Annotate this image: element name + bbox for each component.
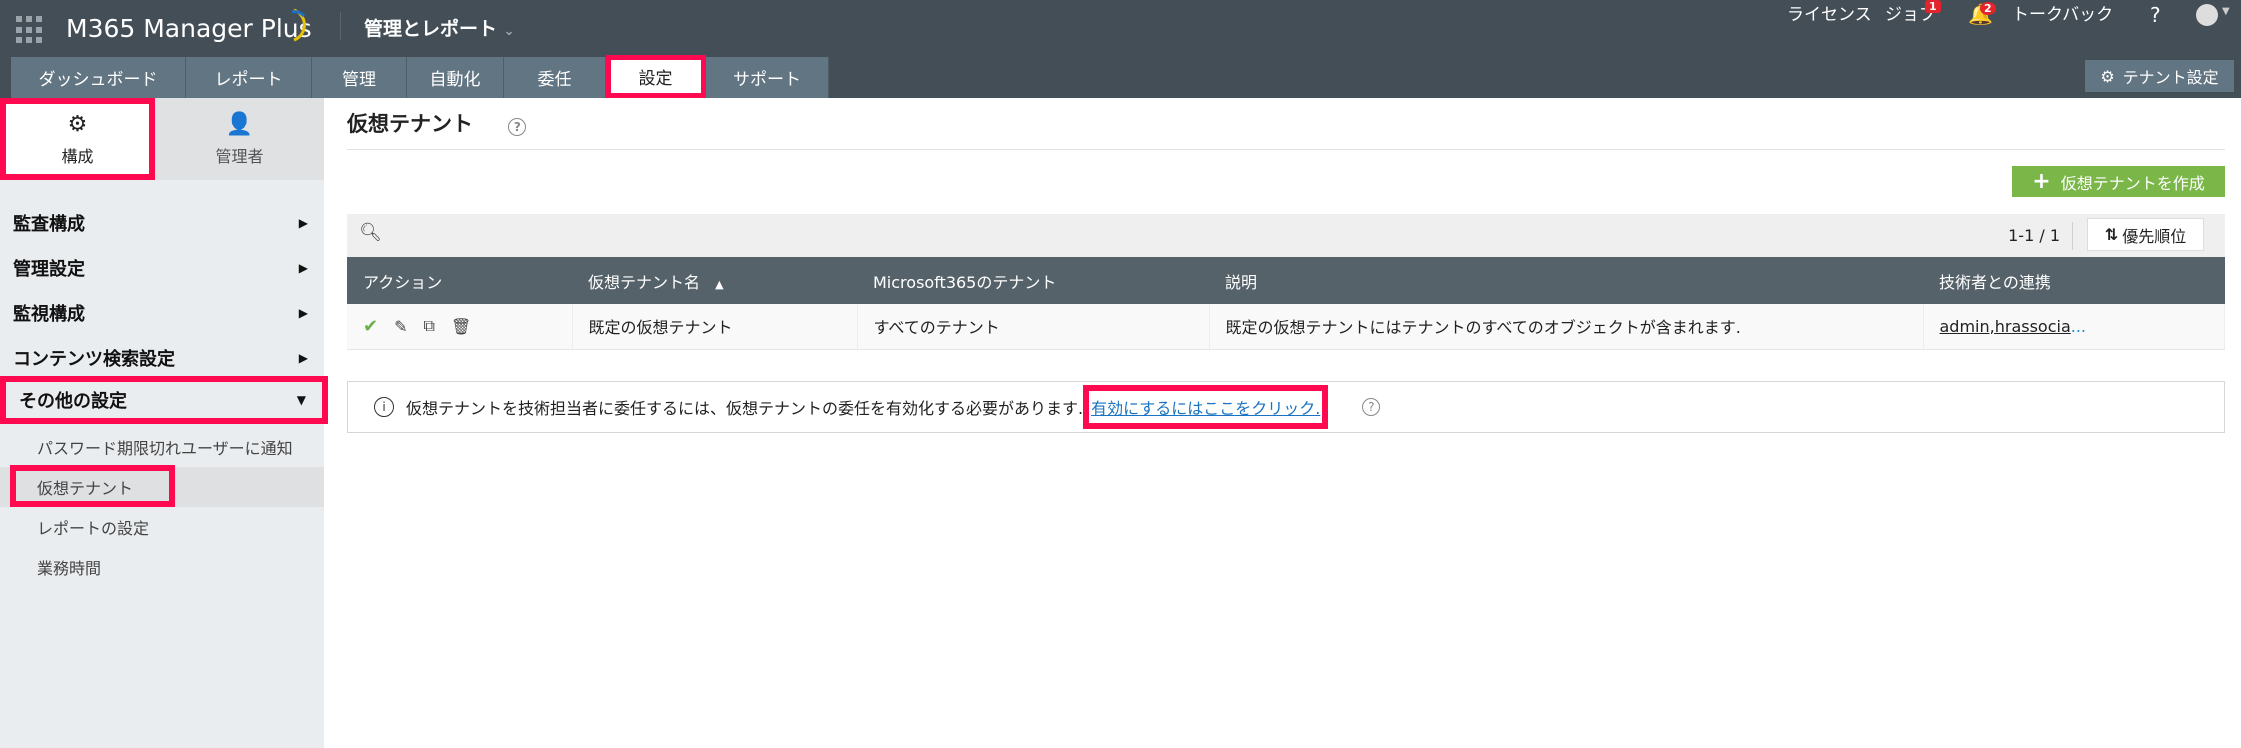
sidebar-item-monitor-config[interactable]: 監視構成 ▶ xyxy=(0,293,324,333)
cell-technician[interactable]: admin,hrassocia... xyxy=(1923,304,2225,350)
tab-label: 構成 xyxy=(61,146,94,166)
item-label: コンテンツ検索設定 xyxy=(13,349,175,370)
sidebar-item-admin-settings[interactable]: 管理設定 ▶ xyxy=(0,248,324,288)
tenant-settings-label: テナント設定 xyxy=(2122,68,2219,87)
create-virtual-tenant-button[interactable]: + 仮想テナントを作成 xyxy=(2012,166,2225,197)
copy-icon[interactable]: ⧉ xyxy=(424,316,435,336)
sidebar-item-other-settings[interactable]: その他の設定 ▼ xyxy=(0,376,328,424)
module-selector[interactable]: 管理とレポート ⌄ xyxy=(364,14,515,41)
pagination: 1-1 / 1 xyxy=(2008,226,2060,245)
col-action: アクション xyxy=(347,257,572,304)
highlight-box xyxy=(10,465,175,507)
chevron-right-icon: ▶ xyxy=(298,351,308,365)
trash-icon[interactable]: 🗑︎ xyxy=(451,317,471,336)
help-icon[interactable]: ? xyxy=(1362,398,1381,416)
sidebar-item-content-search[interactable]: コンテンツ検索設定 ▶ xyxy=(0,338,324,378)
sort-arrows-icon: ⇅ xyxy=(2104,225,2119,244)
item-label: 監視構成 xyxy=(13,304,85,325)
col-name[interactable]: 仮想テナント名 ▲ xyxy=(572,257,857,304)
search-icon[interactable]: 🔍︎ xyxy=(359,222,382,243)
user-icon: 👤 xyxy=(225,111,254,137)
top-bar: M365 Manager Plus 管理とレポート ⌄ ライセンス ジョブ 1 … xyxy=(0,0,2241,98)
alerts-badge: 2 xyxy=(1980,2,1996,15)
chevron-right-icon: ▶ xyxy=(298,216,308,230)
gear-icon: ⚙ xyxy=(2100,66,2115,86)
gear-icon: ⚙ xyxy=(67,111,88,137)
logo-arc-icon xyxy=(291,8,306,42)
tab-management[interactable]: 管理 xyxy=(312,57,407,98)
table-header: アクション 仮想テナント名 ▲ Microsoft365のテナント 説明 技術者… xyxy=(347,257,2225,304)
page-title: 仮想テナント ? xyxy=(347,108,527,138)
sidebar-item-audit-config[interactable]: 監査構成 ▶ xyxy=(0,203,324,243)
technician-link[interactable]: admin,hrassocia xyxy=(1940,317,2071,336)
help-icon[interactable]: ? xyxy=(508,118,527,136)
caret-down-icon[interactable]: ▼ xyxy=(2222,6,2230,17)
plus-icon: + xyxy=(2032,169,2051,194)
info-banner: i 仮想テナントを技術担当者に委任するには、仮想テナントの委任を有効化する必要が… xyxy=(347,381,2225,433)
chevron-right-icon: ▶ xyxy=(298,261,308,275)
chevron-down-icon: ⌄ xyxy=(503,24,515,39)
table-row: ✔ ✎ ⧉ 🗑︎ 既定の仮想テナント すべてのテナント 既定の仮想テナントにはテ… xyxy=(347,304,2225,350)
table-toolbar: 🔍︎ 1-1 / 1 xyxy=(347,214,2225,257)
item-label: その他の設定 xyxy=(19,391,127,412)
license-link[interactable]: ライセンス xyxy=(1787,2,1872,28)
tenant-settings-button[interactable]: ⚙ テナント設定 xyxy=(2085,60,2234,92)
cell-description: 既定の仮想テナントにはテナントのすべてのオブジェクトが含まれます. xyxy=(1209,304,1924,350)
item-label: 管理設定 xyxy=(13,259,85,280)
edit-pencil-icon[interactable]: ✎ xyxy=(394,317,407,336)
info-text: 仮想テナントを技術担当者に委任するには、仮想テナントの委任を有効化する必要があり… xyxy=(406,399,1084,418)
sidebar-tab-configuration[interactable]: ⚙ 構成 xyxy=(0,98,155,180)
sidebar: ⚙ 構成 👤 管理者 監査構成 ▶ 管理設定 ▶ 監視構成 ▶ コンテンツ検索設定 ▶ その… xyxy=(0,98,328,748)
sidebar-tab-admin[interactable]: 👤 管理者 xyxy=(155,98,324,180)
tab-dashboard[interactable]: ダッシュボード xyxy=(11,57,186,98)
tab-reports[interactable]: レポート xyxy=(186,57,312,98)
item-label: 監査構成 xyxy=(13,214,85,235)
tab-support[interactable]: サポート xyxy=(706,57,829,98)
check-circle-icon[interactable]: ✔ xyxy=(363,316,378,337)
highlight-box: 有効にするにはここをクリック. xyxy=(1083,385,1329,429)
divider xyxy=(340,12,341,40)
divider xyxy=(347,149,2225,150)
help-icon[interactable]: ? xyxy=(2150,2,2161,28)
title-text: 仮想テナント xyxy=(347,112,473,136)
col-technician: 技術者との連携 xyxy=(1923,257,2225,304)
sort-asc-icon: ▲ xyxy=(715,277,724,291)
chevron-down-icon: ▼ xyxy=(296,393,306,407)
jobs-badge: 1 xyxy=(1925,0,1941,13)
divider xyxy=(2072,222,2073,250)
sidebar-subitem-password-expiry[interactable]: パスワード期限切れユーザーに通知 xyxy=(0,427,324,467)
cell-name: 既定の仮想テナント xyxy=(572,304,858,350)
app-grid-icon[interactable] xyxy=(16,16,44,44)
tab-label: 管理者 xyxy=(215,146,264,166)
user-avatar-icon[interactable] xyxy=(2196,4,2218,26)
virtual-tenant-table: アクション 仮想テナント名 ▲ Microsoft365のテナント 説明 技術者… xyxy=(347,257,2225,350)
sidebar-subitem-report-settings[interactable]: レポートの設定 xyxy=(0,507,324,547)
talkback-link[interactable]: トークバック xyxy=(2012,2,2113,28)
enable-delegation-link[interactable]: 有効にするにはここをクリック. xyxy=(1091,399,1320,418)
module-label: 管理とレポート xyxy=(364,18,498,40)
priority-button[interactable]: ⇅ 優先順位 xyxy=(2087,218,2204,251)
app-logo[interactable]: M365 Manager Plus xyxy=(66,14,312,43)
col-description: 説明 xyxy=(1209,257,1923,304)
tab-automation[interactable]: 自動化 xyxy=(407,57,504,98)
sidebar-subitem-virtual-tenant[interactable]: 仮想テナント xyxy=(0,465,324,507)
cell-m365: すべてのテナント xyxy=(857,304,1210,350)
tab-settings[interactable]: 設定 xyxy=(606,55,706,98)
button-label: 仮想テナントを作成 xyxy=(2060,173,2205,193)
button-label: 優先順位 xyxy=(2122,226,2187,246)
sidebar-subitem-business-hours[interactable]: 業務時間 xyxy=(0,547,324,587)
info-icon: i xyxy=(374,397,394,417)
col-label: 仮想テナント名 xyxy=(588,272,701,292)
chevron-right-icon: ▶ xyxy=(298,306,308,320)
more-indicator: ... xyxy=(2070,316,2087,336)
col-m365-tenant: Microsoft365のテナント xyxy=(857,257,1209,304)
tab-delegation[interactable]: 委任 xyxy=(504,57,606,98)
